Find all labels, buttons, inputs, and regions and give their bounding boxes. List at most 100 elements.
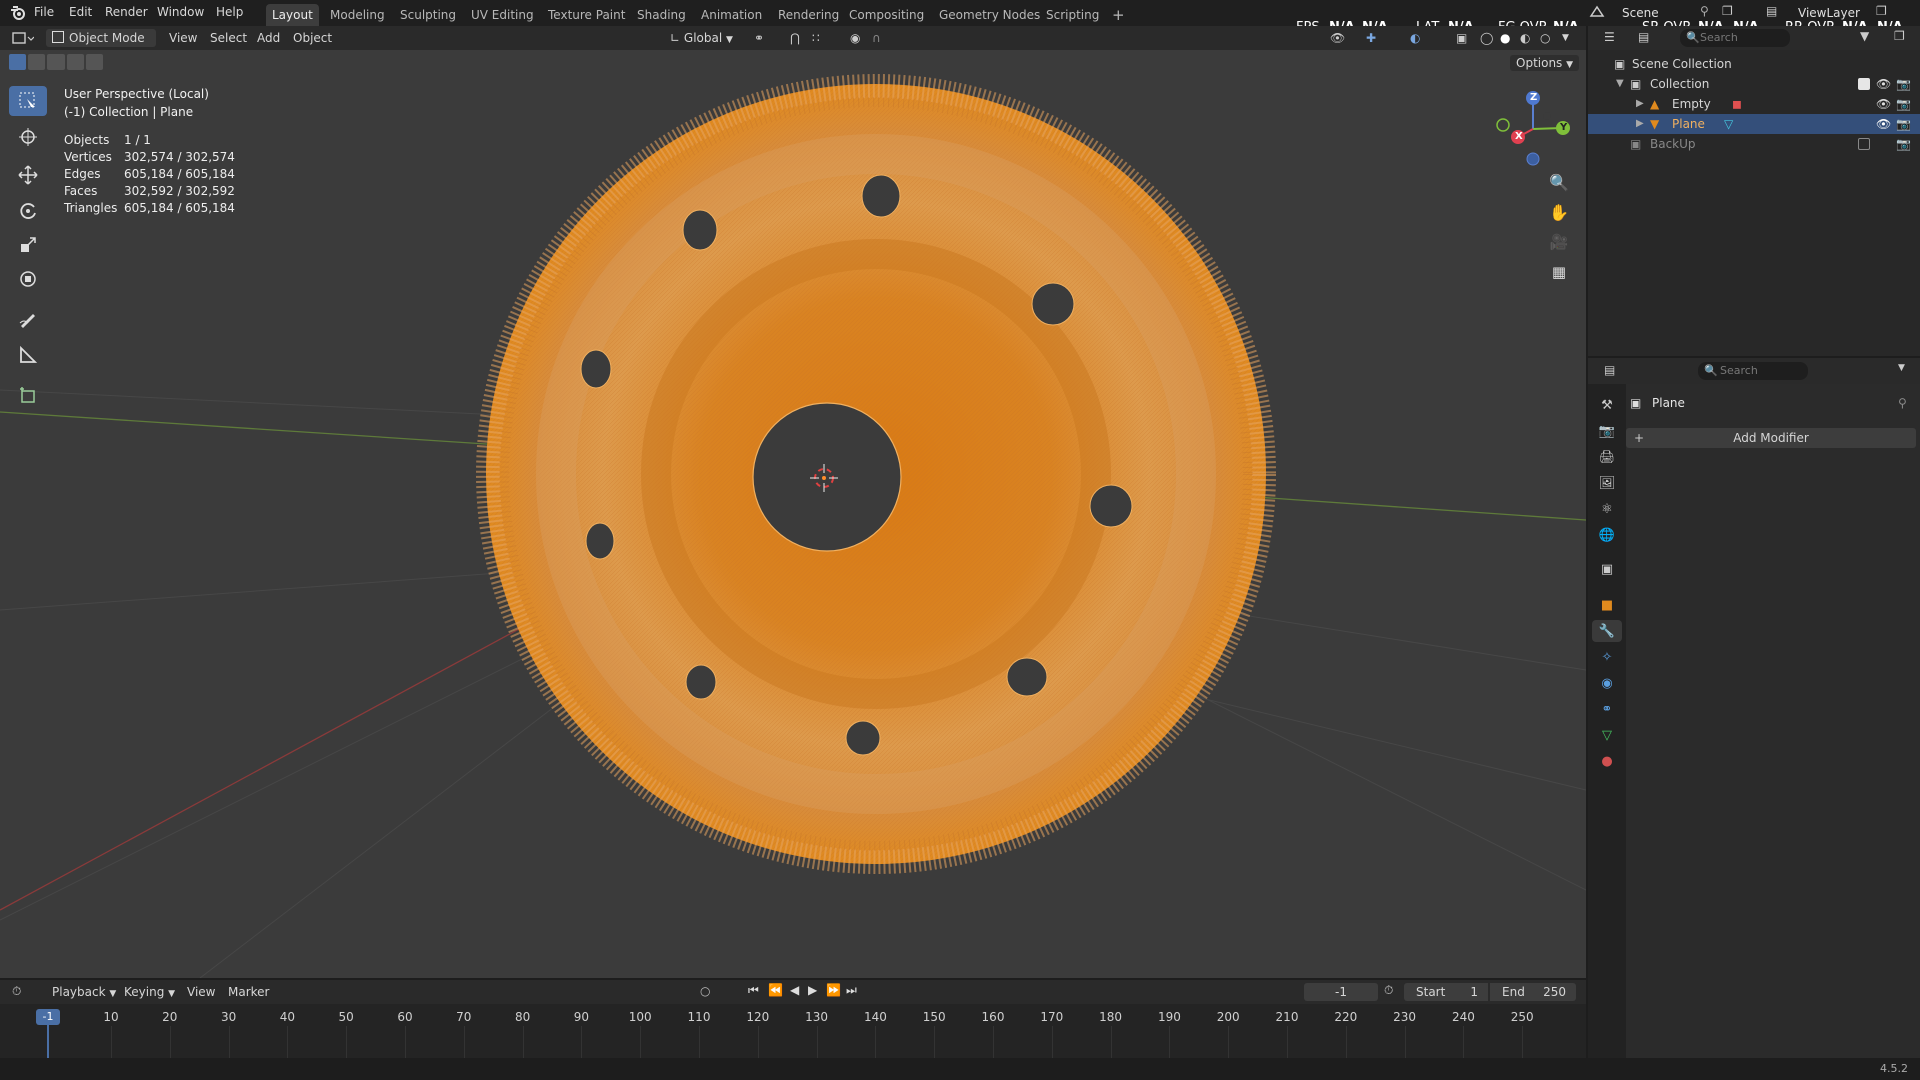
menu-edit[interactable]: Edit <box>69 5 92 19</box>
tab-geometry-nodes[interactable]: Geometry Nodes <box>933 4 1046 26</box>
tab-compositing[interactable]: Compositing <box>843 4 930 26</box>
wireframe-shading-icon[interactable]: ◯ <box>1480 29 1493 47</box>
properties-search-input[interactable]: 🔍 Search <box>1698 362 1808 380</box>
outliner-scene-collection[interactable]: ▣ Scene Collection <box>1588 54 1920 74</box>
add-workspace-button[interactable]: + <box>1106 4 1131 26</box>
keying-menu[interactable]: Keying ▼ <box>124 985 175 999</box>
tab-texture-paint[interactable]: Texture Paint <box>542 4 631 26</box>
tab-sculpting[interactable]: Sculpting <box>394 4 462 26</box>
select-new-icon[interactable] <box>9 54 27 70</box>
auto-keying-icon[interactable]: ○ <box>700 984 710 998</box>
camera-view-button[interactable]: 🎥 <box>1545 228 1573 256</box>
outliner-backup-collection[interactable]: ▣ BackUp 📷 <box>1588 134 1920 154</box>
ortho-toggle-button[interactable]: ▦ <box>1545 258 1573 286</box>
new-scene-icon[interactable]: ❐ <box>1722 4 1733 18</box>
jump-start-icon[interactable]: ⏮ <box>748 983 759 998</box>
world-tab-icon[interactable]: 🌐 <box>1596 524 1618 546</box>
options-dropdown[interactable]: Options ▼ <box>1510 55 1580 71</box>
pin-icon[interactable]: ⚲ <box>1898 396 1907 410</box>
display-mode-icon[interactable]: ▤ <box>1638 30 1649 44</box>
orientation-dropdown[interactable]: ∟ Global ▼ <box>670 29 733 47</box>
blender-logo-icon[interactable] <box>9 4 27 22</box>
particles-tab-icon[interactable]: ✧ <box>1596 646 1618 668</box>
new-view-layer-icon[interactable]: ❐ <box>1876 4 1887 18</box>
constraints-tab-icon[interactable]: ⚭ <box>1596 698 1618 720</box>
snap-icon[interactable]: ⋂ <box>790 29 800 47</box>
snap-target-icon[interactable]: ∷ <box>812 29 820 47</box>
playback-menu[interactable]: Playback ▼ <box>52 985 116 999</box>
backup-checkbox[interactable] <box>1858 138 1870 150</box>
pin-icon[interactable]: ⚲ <box>1700 4 1709 18</box>
solid-shading-icon[interactable]: ● <box>1500 29 1510 47</box>
output-tab-icon[interactable]: 🖨 <box>1596 446 1618 468</box>
outliner-collection[interactable]: ▼ ▣ Collection 👁 📷 <box>1588 74 1920 94</box>
render-camera-icon[interactable]: 📷 <box>1896 74 1911 94</box>
select-extend-icon[interactable] <box>28 54 46 70</box>
expand-chevron-icon[interactable]: ▶ <box>1636 114 1644 134</box>
timeline-editor-icon[interactable]: ⏱ <box>12 984 21 999</box>
annotate-tool[interactable] <box>9 304 47 334</box>
menu-select[interactable]: Select <box>210 29 247 47</box>
tab-modeling[interactable]: Modeling <box>324 4 391 26</box>
scene-tab-icon[interactable]: ⚛ <box>1596 498 1618 520</box>
tab-scripting[interactable]: Scripting <box>1040 4 1105 26</box>
collection-tab-icon[interactable]: ▣ <box>1596 558 1618 580</box>
proportional-edit-icon[interactable]: ◉ <box>850 29 860 47</box>
transform-tool[interactable] <box>9 264 47 294</box>
rotate-tool[interactable] <box>9 196 47 226</box>
tab-shading[interactable]: Shading <box>631 4 692 26</box>
expand-chevron-icon[interactable]: ▶ <box>1636 94 1644 114</box>
filter-icon[interactable]: ▼ <box>1860 29 1869 43</box>
playhead-frame-badge[interactable]: -1 <box>36 1009 60 1025</box>
menu-view[interactable]: View <box>169 29 197 47</box>
menu-window[interactable]: Window <box>157 5 204 19</box>
gizmo-toggle-icon[interactable]: ✚ <box>1366 29 1376 47</box>
preview-range-icon[interactable]: ⏱ <box>1384 983 1393 998</box>
material-tab-icon[interactable]: ● <box>1596 750 1618 772</box>
view-layer-icon[interactable]: ▤ <box>1766 4 1777 18</box>
outliner-editor-icon[interactable]: ☰ <box>1604 30 1615 44</box>
prev-keyframe-icon[interactable]: ⏪ <box>768 983 783 997</box>
select-subtract-icon[interactable] <box>47 54 65 70</box>
play-reverse-icon[interactable]: ◀ <box>790 983 799 997</box>
menu-help[interactable]: Help <box>216 5 243 19</box>
3d-viewport[interactable]: User Perspective (Local) (-1) Collection… <box>0 50 1586 978</box>
play-icon[interactable]: ▶ <box>808 983 817 997</box>
editor-type-icon[interactable] <box>12 30 35 48</box>
current-frame-field[interactable]: -1 <box>1304 983 1378 1001</box>
next-keyframe-icon[interactable]: ⏩ <box>826 983 841 997</box>
overlay-toggle-icon[interactable]: ◐ <box>1410 29 1420 47</box>
shading-options-chevron-icon[interactable]: ▼ <box>1562 29 1569 47</box>
view-layer-name[interactable]: ViewLayer <box>1798 6 1860 20</box>
select-invert-icon[interactable] <box>66 54 84 70</box>
pivot-icon[interactable]: ⚭ <box>754 29 764 47</box>
jump-end-icon[interactable]: ⏭ <box>846 983 857 998</box>
tab-rendering[interactable]: Rendering <box>772 4 845 26</box>
render-camera-icon[interactable]: 📷 <box>1896 114 1911 134</box>
properties-editor-icon[interactable]: ▤ <box>1604 363 1615 377</box>
material-shading-icon[interactable]: ◐ <box>1520 29 1530 47</box>
cursor-tool[interactable] <box>9 122 47 152</box>
zoom-button[interactable]: 🔍 <box>1545 168 1573 196</box>
xray-icon[interactable]: ▣ <box>1456 29 1467 47</box>
visibility-eye-icon[interactable]: 👁 <box>1876 74 1891 94</box>
scene-name[interactable]: Scene <box>1622 6 1659 20</box>
move-tool[interactable] <box>9 160 47 190</box>
constraint-icon[interactable]: ◼ <box>1732 94 1742 114</box>
add-cube-tool[interactable] <box>9 380 47 410</box>
select-intersect-icon[interactable] <box>85 54 104 70</box>
view-layer-tab-icon[interactable]: 🖼 <box>1596 472 1618 494</box>
pan-button[interactable]: ✋ <box>1545 198 1573 226</box>
tab-uv-editing[interactable]: UV Editing <box>465 4 540 26</box>
render-camera-icon[interactable]: 📷 <box>1896 134 1911 154</box>
measure-tool[interactable] <box>9 340 47 370</box>
chevron-down-icon[interactable]: ▼ <box>1898 363 1905 373</box>
playhead-line[interactable] <box>47 1025 49 1058</box>
rendered-shading-icon[interactable]: ○ <box>1540 29 1550 47</box>
object-tab-icon[interactable]: ■ <box>1596 594 1618 616</box>
start-frame-field[interactable]: Start 1 <box>1404 983 1488 1001</box>
timeline-view-menu[interactable]: View <box>187 985 215 999</box>
visibility-icon[interactable]: 👁 <box>1330 29 1345 47</box>
select-box-tool[interactable] <box>9 86 47 116</box>
tab-layout[interactable]: Layout <box>266 4 319 26</box>
